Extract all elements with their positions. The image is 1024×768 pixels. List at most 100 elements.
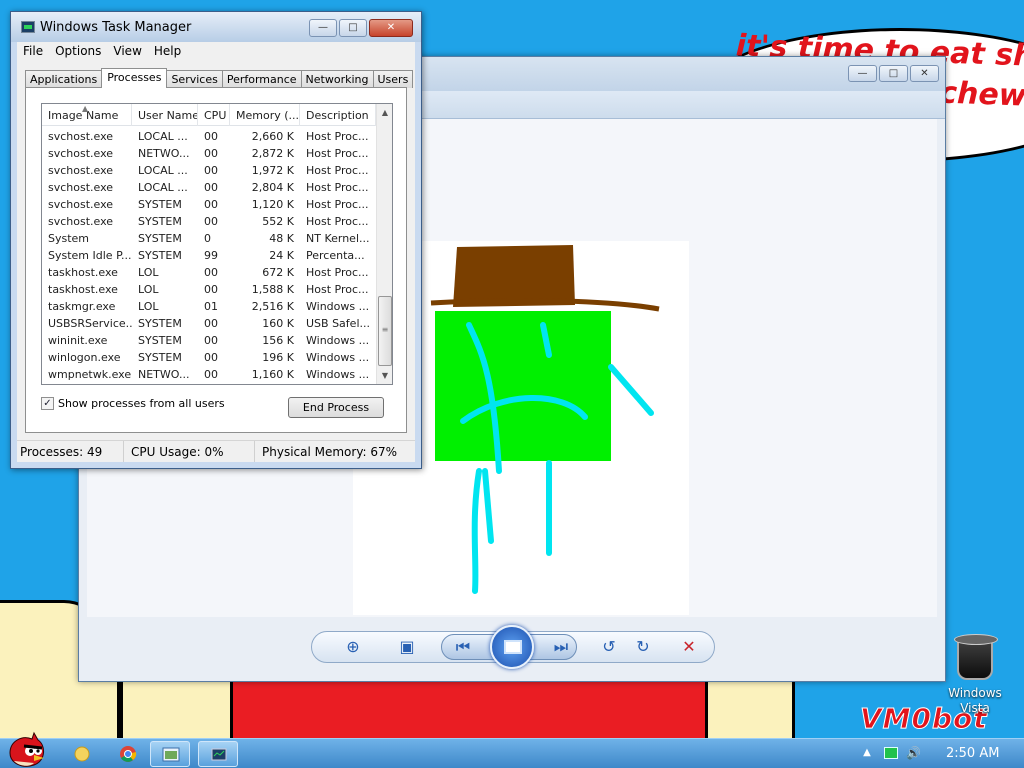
rotate-right-icon[interactable]: ↻	[631, 636, 655, 658]
cell-image-name: taskhost.exe	[48, 266, 118, 279]
column-user-name[interactable]: User Name	[132, 104, 198, 126]
delete-icon[interactable]: ✕	[677, 636, 701, 658]
cell-image-name: System	[48, 232, 90, 245]
cell-memory: 552 K	[262, 215, 294, 228]
table-row[interactable]: taskmgr.exe LOL 01 2,516 K Windows ...	[42, 298, 376, 315]
network-icon[interactable]	[884, 747, 898, 759]
minimize-button[interactable]: —	[848, 65, 877, 82]
cell-cpu: 00	[204, 266, 218, 279]
column-cpu[interactable]: CPU	[198, 104, 230, 126]
menu-options[interactable]: Options	[49, 42, 107, 62]
table-row[interactable]: USBSRService... SYSTEM 00 160 K USB Safel...	[42, 315, 376, 332]
cell-image-name: svchost.exe	[48, 130, 114, 143]
actual-size-icon[interactable]: ▣	[395, 636, 419, 658]
cell-cpu: 0	[204, 232, 211, 245]
cell-cpu: 00	[204, 351, 218, 364]
process-list[interactable]: ▲ Image Name User Name CPU Memory (... De…	[41, 103, 393, 385]
scroll-up-icon[interactable]: ▲	[377, 104, 392, 121]
table-row[interactable]: taskhost.exe LOL 00 672 K Host Proc...	[42, 264, 376, 281]
taskbar-task-manager[interactable]	[198, 741, 238, 767]
tab-applications[interactable]: Applications	[25, 70, 103, 88]
menu-file[interactable]: File	[17, 42, 49, 62]
slideshow-button[interactable]	[490, 625, 534, 669]
photo-viewer-controls: ⊕ ▣ ⏮ ⏭ ↺ ↻ ✕	[79, 619, 945, 681]
show-all-checkbox[interactable]: ✓	[41, 397, 54, 410]
column-description[interactable]: Description	[300, 104, 376, 126]
table-row[interactable]: winlogon.exe SYSTEM 00 196 K Windows ...	[42, 349, 376, 366]
cell-image-name: winlogon.exe	[48, 351, 121, 364]
cell-cpu: 00	[204, 215, 218, 228]
show-hidden-icons[interactable]: ▲	[860, 747, 874, 759]
end-process-button[interactable]: End Process	[288, 397, 384, 418]
zoom-icon[interactable]: ⊕	[341, 636, 365, 658]
column-image-name[interactable]: ▲ Image Name	[42, 104, 132, 126]
cell-cpu: 00	[204, 198, 218, 211]
maximize-button[interactable]: □	[879, 65, 908, 82]
cell-memory: 2,516 K	[251, 300, 294, 313]
table-row[interactable]: svchost.exe LOCAL ... 00 2,660 K Host Proc..…	[42, 128, 376, 145]
menu-view[interactable]: View	[107, 42, 147, 62]
tab-performance[interactable]: Performance	[221, 70, 302, 88]
table-row[interactable]: taskhost.exe LOL 00 1,588 K Host Proc...	[42, 281, 376, 298]
maximize-button[interactable]: □	[339, 19, 367, 37]
tab-strip: Applications Processes Services Performa…	[25, 68, 414, 88]
start-button[interactable]	[4, 731, 48, 768]
show-all-processes-option[interactable]: ✓ Show processes from all users	[41, 397, 225, 410]
cell-image-name: USBSRService...	[48, 317, 132, 330]
table-row[interactable]: svchost.exe LOCAL ... 00 2,804 K Host Proc..…	[42, 179, 376, 196]
cell-user-name: NETWO...	[138, 147, 190, 160]
minimize-button[interactable]: —	[309, 19, 337, 37]
cell-memory: 160 K	[262, 317, 294, 330]
scroll-down-icon[interactable]: ▼	[377, 367, 392, 384]
process-list-scrollbar[interactable]: ▲ ≡ ▼	[376, 104, 392, 384]
tab-processes[interactable]: Processes	[101, 68, 168, 88]
tab-networking[interactable]: Networking	[300, 70, 374, 88]
table-row[interactable]: svchost.exe SYSTEM 00 1,120 K Host Proc...	[42, 196, 376, 213]
taskbar-chrome[interactable]	[108, 741, 148, 767]
cell-description: Windows ...	[306, 351, 370, 364]
cell-memory: 24 K	[269, 249, 294, 262]
task-manager-titlebar[interactable]: Windows Task Manager — □ ✕	[11, 12, 421, 42]
cell-image-name: System Idle P...	[48, 249, 132, 262]
table-row[interactable]: wininit.exe SYSTEM 00 156 K Windows ...	[42, 332, 376, 349]
task-manager-body: Applications Processes Services Performa…	[17, 62, 415, 446]
taskbar-explorer[interactable]	[62, 741, 102, 767]
table-row[interactable]: svchost.exe LOCAL ... 00 1,972 K Host Proc..…	[42, 162, 376, 179]
scrollbar-thumb[interactable]: ≡	[378, 296, 392, 366]
slideshow-icon	[504, 640, 522, 654]
cell-image-name: wininit.exe	[48, 334, 108, 347]
table-row[interactable]: wmpnetwk.exe NETWO... 00 1,160 K Windows ...	[42, 366, 376, 383]
cell-image-name: svchost.exe	[48, 181, 114, 194]
status-bar: Processes: 49 CPU Usage: 0% Physical Mem…	[17, 440, 415, 462]
taskbar-clock[interactable]: 2:50 AM	[946, 746, 999, 761]
cell-memory: 2,804 K	[251, 181, 294, 194]
table-row[interactable]: System Idle P... SYSTEM 99 24 K Percenta...	[42, 247, 376, 264]
process-list-header: ▲ Image Name User Name CPU Memory (... De…	[42, 104, 376, 126]
volume-icon[interactable]: 🔊	[906, 747, 921, 759]
cell-description: Host Proc...	[306, 266, 369, 279]
next-icon[interactable]: ⏭	[549, 636, 573, 658]
close-button[interactable]: ✕	[910, 65, 939, 82]
cell-user-name: LOCAL ...	[138, 181, 188, 194]
close-button[interactable]: ✕	[369, 19, 413, 37]
cell-cpu: 00	[204, 147, 218, 160]
cell-cpu: 00	[204, 283, 218, 296]
taskbar-photo-viewer[interactable]	[150, 741, 190, 767]
table-row[interactable]: System SYSTEM 0 48 K NT Kernel...	[42, 230, 376, 247]
tab-users[interactable]: Users	[372, 70, 414, 88]
cell-user-name: SYSTEM	[138, 249, 182, 262]
rotate-left-icon[interactable]: ↺	[597, 636, 621, 658]
desktop-icon-label: Windows Vista	[948, 686, 1002, 715]
menu-help[interactable]: Help	[148, 42, 187, 62]
recycle-bin-icon	[954, 634, 998, 680]
table-row[interactable]: svchost.exe NETWO... 00 2,872 K Host Proc...	[42, 145, 376, 162]
folder-icon	[74, 746, 90, 762]
tab-services[interactable]: Services	[166, 70, 223, 88]
cell-cpu: 00	[204, 334, 218, 347]
table-row[interactable]: svchost.exe SYSTEM 00 552 K Host Proc...	[42, 213, 376, 230]
desktop-icon-recycle-bin[interactable]: Windows Vista	[944, 634, 1006, 716]
cell-description: NT Kernel...	[306, 232, 370, 245]
cell-memory: 1,160 K	[251, 368, 294, 381]
previous-icon[interactable]: ⏮	[451, 636, 475, 658]
column-memory[interactable]: Memory (...	[230, 104, 300, 126]
